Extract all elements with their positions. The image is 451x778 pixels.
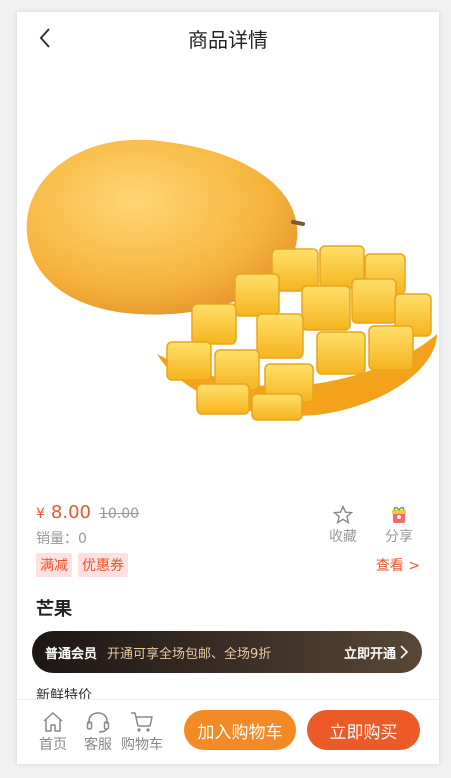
star-icon: [333, 505, 353, 525]
original-price: 10.00: [99, 506, 140, 522]
share-label: 分享: [385, 529, 413, 545]
nav-service[interactable]: 客服: [80, 708, 116, 754]
phone-screen: 商品详情 ¥ 8.00 10.00 销量：0 收藏 分享 满减 优惠券 查看 >…: [17, 12, 439, 764]
vip-description: 开通可享全场包邮、全场9折: [107, 646, 272, 662]
favorite-label: 收藏: [329, 529, 357, 545]
add-to-cart-button[interactable]: 加入购物车: [184, 710, 296, 750]
product-name: 芒果: [36, 599, 72, 620]
product-image: [17, 64, 439, 502]
nav-cart[interactable]: 购物车: [118, 708, 166, 754]
vip-open-button[interactable]: 立即开通: [344, 643, 408, 662]
chevron-right-icon: [400, 645, 408, 659]
favorite-button[interactable]: 收藏: [323, 504, 363, 546]
nav-cart-label: 购物车: [121, 737, 163, 753]
bottom-bar: 首页 客服 购物车 加入购物车 立即购买: [17, 699, 439, 764]
nav-home[interactable]: 首页: [35, 708, 71, 754]
home-icon: [43, 712, 63, 732]
header: 商品详情: [17, 12, 439, 64]
cart-icon: [131, 712, 153, 732]
promo-tags: 满减 优惠券: [36, 553, 128, 577]
headset-icon: [86, 712, 110, 733]
share-button[interactable]: 分享: [379, 504, 419, 546]
current-price: ¥8.00: [36, 502, 91, 523]
vip-title: 普通会员: [45, 646, 98, 662]
vip-banner: 普通会员 开通可享全场包邮、全场9折 立即开通: [32, 631, 422, 673]
price-row: ¥8.00 10.00: [36, 502, 139, 523]
nav-home-label: 首页: [39, 737, 67, 753]
vip-open-label: 立即开通: [343, 646, 396, 662]
tag-full-reduction: 满减: [36, 553, 72, 577]
sales-count: 销量：0: [36, 531, 87, 547]
buy-now-button[interactable]: 立即购买: [307, 710, 420, 750]
tag-coupon: 优惠券: [78, 553, 128, 577]
share-gift-icon: [392, 506, 406, 523]
page-title: 商品详情: [188, 28, 268, 52]
view-promo-link[interactable]: 查看 >: [376, 555, 420, 575]
nav-service-label: 客服: [84, 737, 112, 753]
